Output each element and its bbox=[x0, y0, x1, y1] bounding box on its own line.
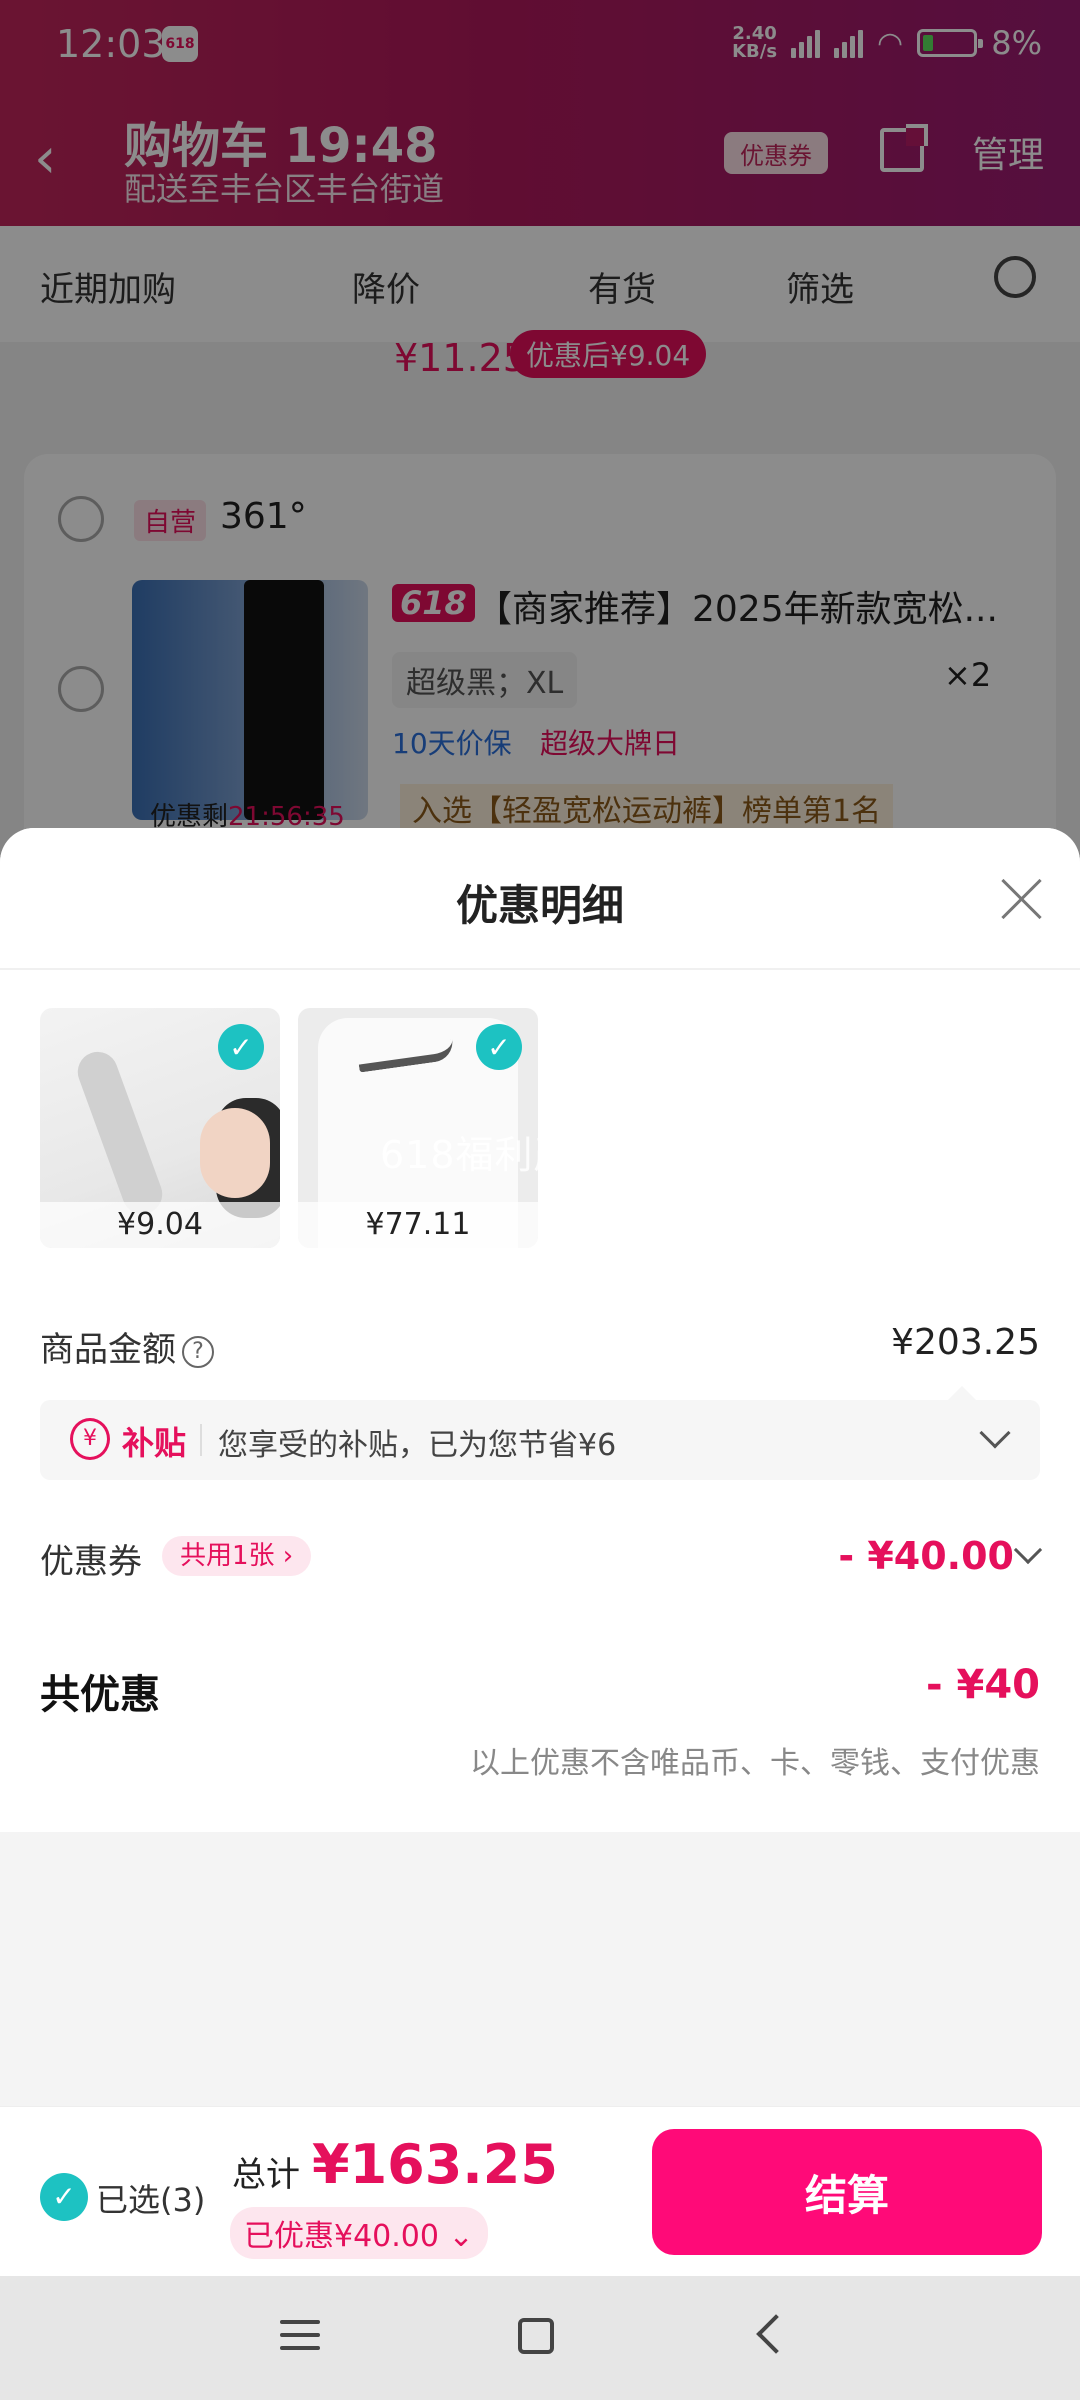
separator bbox=[200, 1424, 202, 1456]
subsidy-row[interactable]: ¥ 补贴 您享受的补贴，已为您节省¥6 bbox=[40, 1400, 1040, 1480]
coupon-label: 优惠券 bbox=[40, 1542, 142, 1582]
subsidy-icon: ¥ bbox=[70, 1418, 110, 1460]
goods-amount-text: 商品金额 bbox=[40, 1330, 176, 1370]
subsidy-text: 您享受的补贴，已为您节省¥6 bbox=[218, 1428, 617, 1463]
goods-amount: ¥203.25 bbox=[891, 1322, 1040, 1363]
thumb-price: ¥77.11 bbox=[298, 1202, 538, 1248]
watermark: 618福利严选 bbox=[380, 1133, 612, 1177]
home-icon[interactable] bbox=[518, 2318, 554, 2354]
sheet-title: 优惠明细 bbox=[455, 881, 624, 930]
discount-detail-sheet: 优惠明细 ✓ ¥9.04 ✓ ¥77.11 618福利严选 商品金额? ¥203… bbox=[0, 828, 1080, 2400]
chevron-down-icon[interactable] bbox=[979, 1417, 1011, 1449]
saved-amount: 已优惠¥40.00 bbox=[244, 2219, 439, 2254]
goods-amount-label: 商品金额? bbox=[40, 1322, 214, 1371]
total-discount-label: 共优惠 bbox=[40, 1672, 160, 1718]
menu-icon[interactable] bbox=[280, 2320, 320, 2359]
coupon-amount[interactable]: - ¥40.00 bbox=[838, 1534, 1014, 1578]
divider bbox=[0, 968, 1080, 970]
bubble-tip bbox=[948, 1386, 976, 1400]
total-label: 总计 bbox=[232, 2155, 300, 2195]
total-price: ¥163.25 bbox=[312, 2133, 558, 2196]
thumb-price: ¥9.04 bbox=[40, 1202, 280, 1248]
discount-note: 以上优惠不含唯品币、卡、零钱、支付优惠 bbox=[470, 1746, 1040, 1781]
system-nav-bar bbox=[0, 2276, 1080, 2400]
thumb-image-face bbox=[200, 1108, 270, 1198]
subsidy-label: 补贴 bbox=[122, 1424, 187, 1462]
total-discount: - ¥40 bbox=[925, 1662, 1040, 1708]
selected-count[interactable]: 已选(3) bbox=[96, 2175, 205, 2221]
checkout-bar: ✓ 已选(3) 总计 ¥163.25 已优惠¥40.00 ⌄ 结算 bbox=[0, 2106, 1080, 2276]
coupon-count-pill[interactable]: 共用1张 › bbox=[162, 1536, 312, 1576]
check-icon: ✓ bbox=[218, 1024, 264, 1070]
saved-pill[interactable]: 已优惠¥40.00 ⌄ bbox=[230, 2207, 488, 2259]
selected-item-thumb[interactable]: ✓ ¥9.04 bbox=[40, 1008, 280, 1248]
close-icon[interactable] bbox=[1000, 878, 1042, 920]
coupon-count: 共用1张 bbox=[180, 1541, 275, 1571]
thumb-image bbox=[72, 1046, 168, 1220]
back-nav-icon[interactable] bbox=[756, 2314, 796, 2354]
help-icon[interactable]: ? bbox=[182, 1335, 214, 1368]
checkout-button[interactable]: 结算 bbox=[652, 2129, 1042, 2255]
select-all-check-icon[interactable]: ✓ bbox=[40, 2173, 88, 2221]
check-icon: ✓ bbox=[476, 1024, 522, 1070]
